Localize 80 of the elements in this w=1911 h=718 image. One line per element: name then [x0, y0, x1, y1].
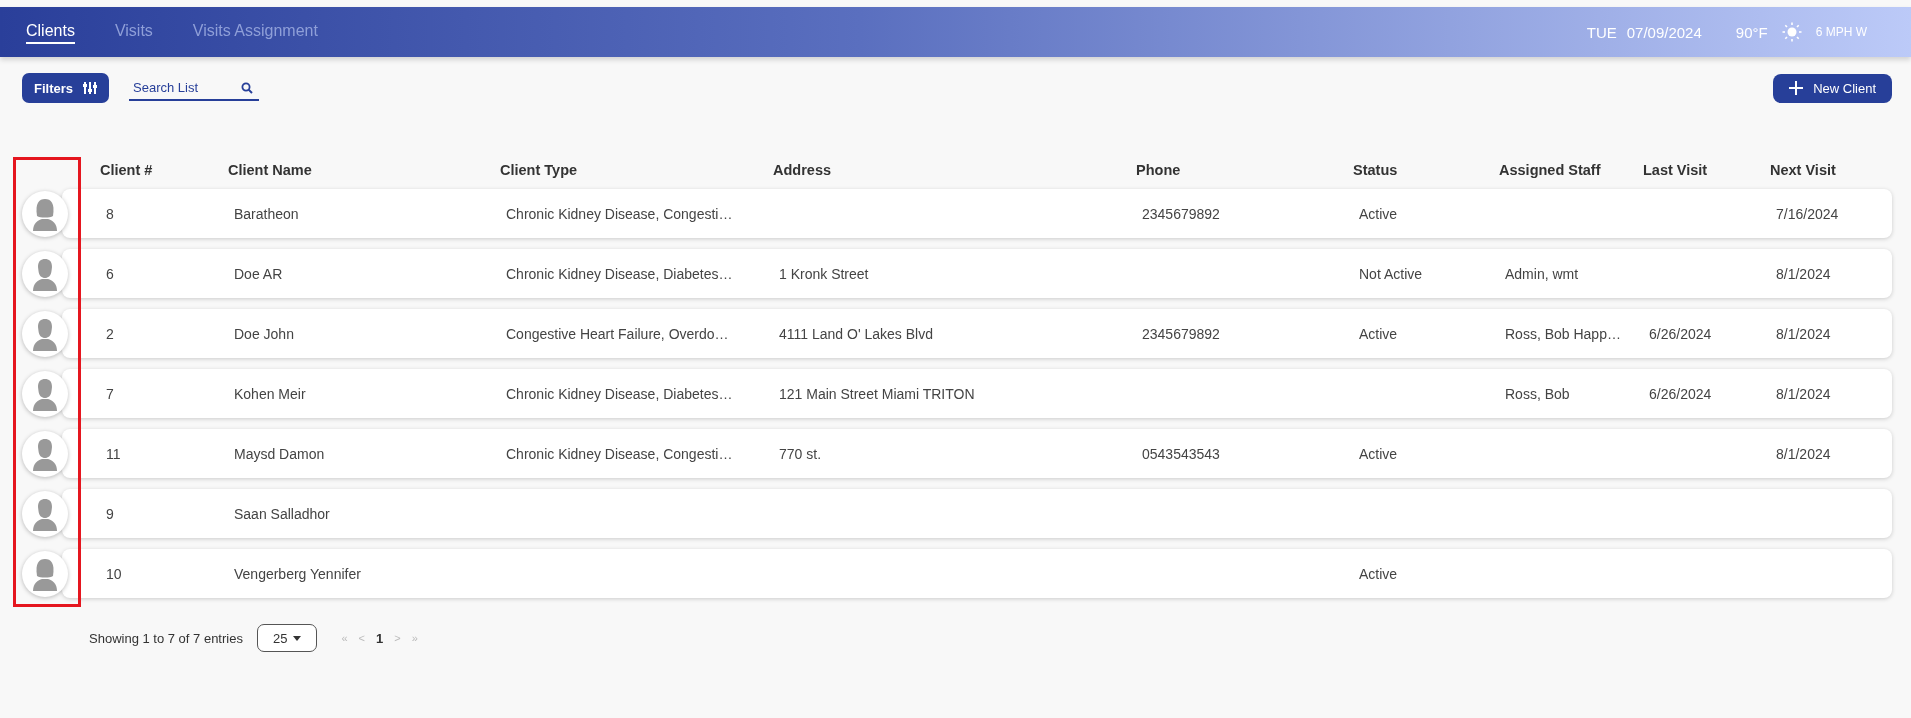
- man-avatar-icon: [33, 498, 57, 531]
- table-cell-text: Saan Salladhor: [234, 505, 331, 522]
- table-cell-text: 8: [106, 205, 115, 222]
- pagination-link[interactable]: 1: [375, 630, 384, 646]
- column-header[interactable]: Next Visit: [1770, 162, 1892, 178]
- search-field[interactable]: Search List: [129, 75, 259, 101]
- date: 07/09/2024: [1626, 23, 1702, 41]
- column-header[interactable]: Address: [773, 162, 1136, 178]
- table-cell-text: Chronic Kidney Disease, Congesti…: [506, 445, 734, 462]
- page-size-dropdown[interactable]: 25: [256, 624, 318, 652]
- table-cell-text: 6: [106, 265, 115, 282]
- column-header[interactable]: Last Visit: [1643, 162, 1770, 178]
- plus-icon: [1789, 81, 1804, 95]
- table-cell-text: Not Active: [1359, 265, 1424, 282]
- table-cell-text: Active: [1359, 205, 1399, 222]
- column-header[interactable]: Client Name: [228, 162, 500, 178]
- nav-tab[interactable]: Clients: [26, 20, 75, 44]
- client-row[interactable]: 9 Saan Salladhor: [62, 489, 1892, 538]
- table-cell-text: 0543543543: [1142, 445, 1221, 462]
- table-cell-text: 4111 Land O' Lakes Blvd: [779, 325, 934, 342]
- man-avatar-icon: [33, 378, 57, 411]
- table-cell-text: 6/26/2024: [1649, 325, 1713, 342]
- table-cell-text: Maysd Damon: [234, 445, 326, 462]
- column-header[interactable]: Client #: [100, 162, 228, 178]
- table-cell-text: 7/16/2024: [1776, 205, 1840, 222]
- temperature: 90°F: [1735, 23, 1768, 41]
- table-cell-text: Congestive Heart Failure, Overdo…: [506, 325, 730, 342]
- sun-icon: [1781, 22, 1802, 42]
- table-cell-text: Doe John: [234, 325, 295, 342]
- table-cell-text: Admin, wmt: [1505, 265, 1580, 282]
- column-header[interactable]: Assigned Staff: [1499, 162, 1643, 178]
- table-cell-text: 770 st.: [779, 445, 823, 462]
- table-cell-text: Vengerberg Yennifer: [234, 565, 362, 582]
- man-avatar-icon: [33, 318, 57, 351]
- entries-summary: Showing 1 to 7 of 7 entries: [89, 630, 243, 646]
- table-cell-text: Active: [1359, 445, 1399, 462]
- column-header[interactable]: Phone: [1136, 162, 1353, 178]
- table-cell-text: Doe AR: [234, 265, 284, 282]
- new-client-button[interactable]: New Client: [1773, 73, 1892, 103]
- table-cell-text: 8/1/2024: [1776, 445, 1832, 462]
- table-cell-text: Chronic Kidney Disease, Diabetes…: [506, 265, 734, 282]
- client-row[interactable]: 11 Maysd Damon Chronic Kidney Disease, Congesti… 770 st. 0543543543 Active 8/1/2024: [62, 429, 1892, 478]
- table-cell-text: 121 Main Street Miami TRITON: [779, 385, 976, 402]
- table-cell-text: 2345679892: [1142, 205, 1221, 222]
- search-icon: [241, 82, 253, 94]
- caret-icon: [293, 635, 302, 641]
- table-cell-text: 8/1/2024: [1776, 325, 1832, 342]
- client-row[interactable]: 10 Vengerberg Yennifer Active: [62, 549, 1892, 598]
- table-cell-text: 7: [106, 385, 115, 402]
- woman-avatar-icon: [33, 558, 57, 591]
- client-row[interactable]: 7 Kohen Meir Chronic Kidney Disease, Diabetes… 121 Main Street Miami TRITON Ross, Bob 6/26/2024 8/1/2024: [62, 369, 1892, 418]
- table-cell-text: 2: [106, 325, 115, 342]
- table-cell-text: Kohen Meir: [234, 385, 307, 402]
- column-header[interactable]: Status: [1353, 162, 1499, 178]
- client-row[interactable]: 8 Baratheon Chronic Kidney Disease, Congesti… 2345679892 Active 7/16/2024: [62, 189, 1892, 238]
- table-cell-text: Baratheon: [234, 205, 300, 222]
- table-cell-text: Active: [1359, 325, 1399, 342]
- column-header[interactable]: Client Type: [500, 162, 773, 178]
- table-cell-text: 1 Kronk Street: [779, 265, 870, 282]
- filters-button[interactable]: Filters: [22, 73, 109, 103]
- table-cell-text: 2345679892: [1142, 325, 1221, 342]
- wind-speed: 6 MPH W: [1815, 25, 1867, 39]
- table-cell-text: 6/26/2024: [1649, 385, 1713, 402]
- table-cell-text: Chronic Kidney Disease, Diabetes…: [506, 385, 734, 402]
- table-cell-text: Active: [1359, 565, 1399, 582]
- woman-avatar-icon: [33, 198, 57, 231]
- client-row[interactable]: 6 Doe AR Chronic Kidney Disease, Diabetes… 1 Kronk Street Not Active Admin, wmt 8/1/2024: [62, 249, 1892, 298]
- man-avatar-icon: [33, 258, 57, 291]
- table-cell-text: Ross, Bob Happ…: [1505, 325, 1622, 342]
- table-cell-text: 11: [106, 445, 122, 462]
- table-cell-text: 9: [106, 505, 115, 522]
- table-cell-text: Chronic Kidney Disease, Congesti…: [506, 205, 734, 222]
- table-cell-text: 10: [106, 565, 123, 582]
- sliders-icon: [83, 81, 97, 95]
- table-cell-text: 8/1/2024: [1776, 385, 1832, 402]
- man-avatar-icon: [33, 438, 57, 471]
- weekday: TUE: [1586, 23, 1617, 41]
- table-cell-text: 8/1/2024: [1776, 265, 1832, 282]
- table-cell-text: Ross, Bob: [1505, 385, 1571, 402]
- client-row[interactable]: 2 Doe John Congestive Heart Failure, Overdo… 4111 Land O' Lakes Blvd 2345679892 Active Ross, Bob Happ… 6/26/2024 8/1/2024: [62, 309, 1892, 358]
